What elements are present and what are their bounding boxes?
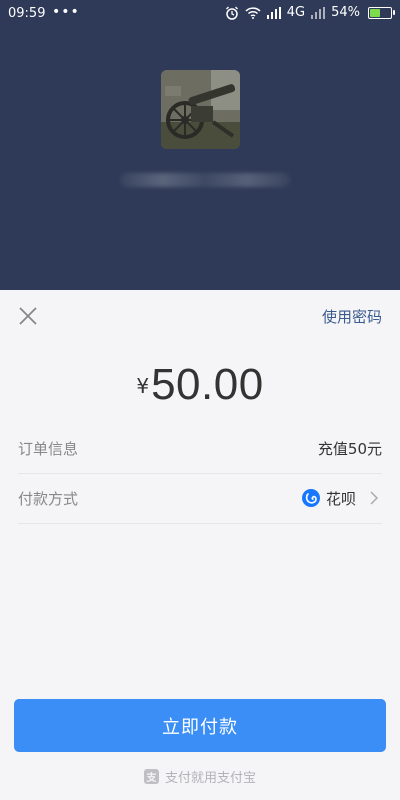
alipay-logo-icon: 支 (143, 768, 159, 784)
status-icons: 4G 54% (225, 5, 395, 20)
battery-percent: 54% (331, 5, 360, 20)
merchant-header (0, 28, 400, 290)
footer-text: 支付就用支付宝 (164, 770, 256, 786)
wifi-icon (245, 6, 261, 19)
order-info-value: 充值50元 (317, 439, 382, 458)
merchant-name-blurred (120, 173, 290, 187)
signal-icon-2 (311, 6, 326, 19)
notification-dots-icon: ••• (52, 4, 80, 20)
footer-slogan: 支 支付就用支付宝 (0, 766, 400, 786)
payment-sheet: 使用密码 ¥50.00 订单信息 充值50元 付款方式 花呗 立即付款 支 支付… (0, 290, 400, 800)
payment-amount: ¥50.00 (0, 360, 400, 410)
battery-fill (370, 8, 381, 17)
huabei-icon (301, 489, 320, 507)
battery-icon (368, 6, 395, 19)
close-button[interactable] (14, 302, 42, 330)
pay-now-button[interactable]: 立即付款 (14, 699, 386, 752)
chevron-right-icon (370, 491, 382, 505)
payment-method-label: 付款方式 (18, 489, 79, 508)
use-password-link[interactable]: 使用密码 (322, 306, 382, 327)
payment-method-row[interactable]: 付款方式 花呗 (18, 473, 382, 524)
alarm-icon (225, 6, 239, 20)
order-info-row: 订单信息 充值50元 (18, 423, 382, 474)
status-bar: 09:59 ••• 4G 54% (0, 0, 400, 28)
merchant-avatar (161, 70, 240, 149)
close-icon (19, 307, 37, 325)
payment-method-value: 花呗 (301, 488, 382, 509)
status-time: 09:59 (8, 6, 46, 21)
amount-value: 50.00 (151, 360, 264, 409)
payment-method-name: 花呗 (325, 489, 356, 508)
cannon-image-icon (161, 70, 240, 149)
currency-symbol: ¥ (136, 374, 150, 398)
network-type: 4G (286, 5, 306, 20)
signal-icon (266, 6, 281, 19)
order-info-label: 订单信息 (18, 439, 79, 458)
